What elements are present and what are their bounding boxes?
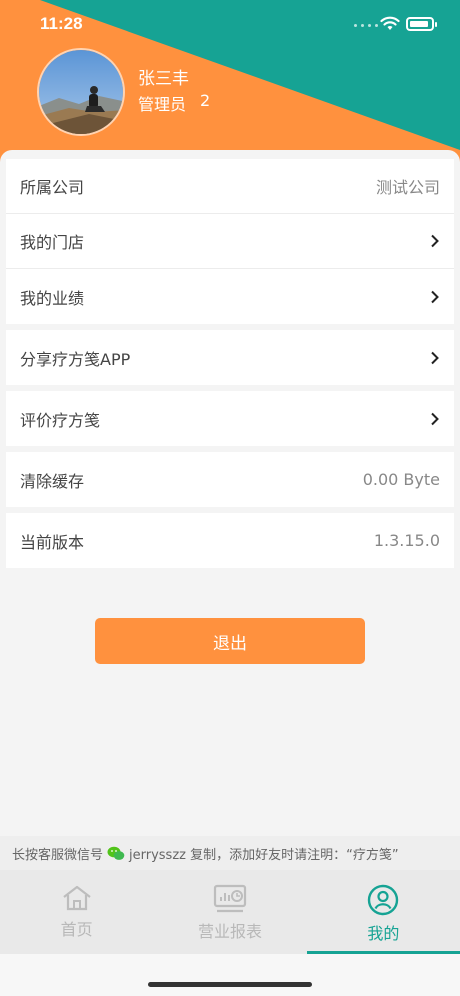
wechat-icon [107, 846, 125, 860]
notice-prefix: 长按客服微信号 [12, 847, 104, 863]
user-count: 2 [200, 91, 211, 110]
tab-label: 首页 [60, 920, 93, 939]
battery-icon [406, 17, 437, 31]
user-icon [368, 884, 399, 916]
user-role-line: 管理员 2 [138, 91, 210, 115]
chevron-right-icon [431, 412, 439, 425]
status-time: 11:28 [40, 14, 83, 33]
row-label: 我的业绩 [20, 288, 85, 308]
row-label: 评价疗方笺 [20, 410, 101, 430]
report-icon [213, 884, 247, 913]
row-label: 分享疗方笺APP [20, 349, 131, 369]
logout-button[interactable]: 退出 [95, 618, 365, 664]
chevron-right-icon [431, 234, 439, 248]
avatar[interactable] [37, 48, 125, 136]
row-share-app[interactable]: 分享疗方笺APP [6, 330, 454, 385]
row-label: 所属公司 [20, 178, 85, 197]
wechat-notice[interactable]: 长按客服微信号 jerrysszz 复制，添加好友时请注明：“疗方笺” [0, 836, 460, 870]
tab-bar: 首页 营业报表 我的 [0, 870, 460, 954]
home-indicator-area [0, 954, 460, 996]
settings-group-cache: 清除缓存 0.00 Byte [6, 452, 454, 507]
row-company: 所属公司 测试公司 [6, 159, 454, 214]
row-label: 我的门店 [20, 233, 85, 252]
settings-group-account: 所属公司 测试公司 我的门店 我的业绩 [6, 159, 454, 324]
row-value: 0.00 Byte [362, 470, 440, 489]
row-rate-app[interactable]: 评价疗方笺 [6, 391, 454, 446]
row-my-stores[interactable]: 我的门店 [6, 214, 454, 269]
status-bar: 11:28 [0, 0, 460, 50]
row-version: 当前版本 1.3.15.0 [6, 513, 454, 568]
settings-group-share: 分享疗方笺APP [6, 330, 454, 385]
home-indicator[interactable] [148, 982, 312, 987]
settings-group-rate: 评价疗方笺 [6, 391, 454, 446]
tab-label: 我的 [367, 924, 400, 943]
row-label: 当前版本 [20, 532, 85, 552]
settings-group-version: 当前版本 1.3.15.0 [6, 513, 454, 568]
chevron-right-icon [431, 351, 439, 364]
tab-label: 营业报表 [197, 922, 262, 941]
row-my-performance[interactable]: 我的业绩 [6, 269, 454, 324]
settings-panel: 所属公司 测试公司 我的门店 我的业绩 分享疗方笺APP 评价疗方笺 清除缓存 … [0, 150, 460, 840]
tab-report[interactable]: 营业报表 [153, 870, 306, 954]
wifi-icon [380, 16, 400, 30]
user-name: 张三丰 [138, 69, 189, 89]
row-value: 测试公司 [375, 178, 440, 197]
notice-suffix: jerrysszz 复制，添加好友时请注明：“疗方笺” [129, 847, 399, 863]
row-label: 清除缓存 [20, 471, 85, 491]
row-clear-cache[interactable]: 清除缓存 0.00 Byte [6, 452, 454, 507]
tab-home[interactable]: 首页 [0, 870, 153, 954]
user-role: 管理员 [138, 95, 187, 114]
signal-dots-icon [354, 24, 378, 27]
chevron-right-icon [431, 290, 439, 303]
home-icon [62, 885, 91, 911]
tab-mine[interactable]: 我的 [306, 870, 460, 954]
row-value: 1.3.15.0 [373, 531, 440, 550]
